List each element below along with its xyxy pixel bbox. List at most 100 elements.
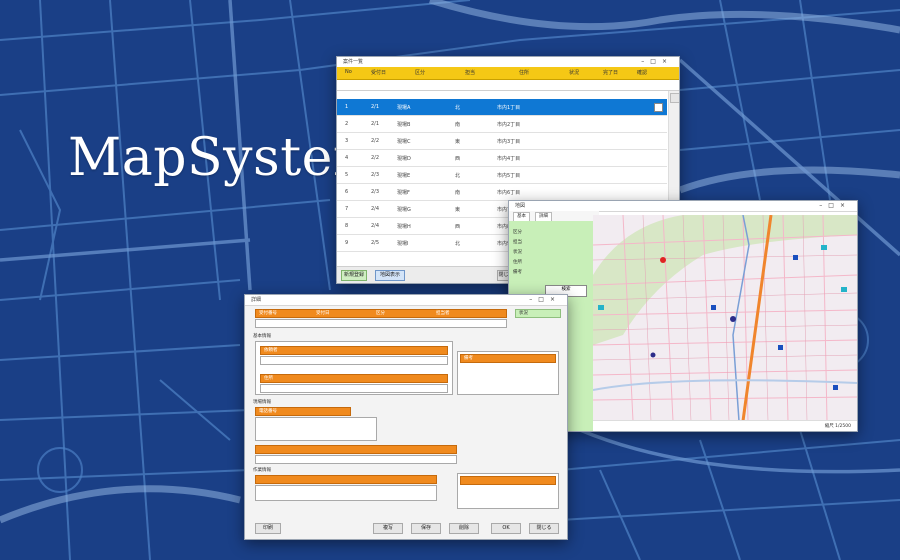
map-button[interactable]: 地図表示 (375, 270, 405, 281)
cell-zone: 西 (455, 156, 461, 162)
header-label: 区分 (376, 311, 385, 316)
column-header[interactable]: 住所 (519, 69, 529, 76)
cell-name: 現場A (397, 105, 411, 111)
cell-date: 2/2 (371, 155, 380, 161)
save-button[interactable]: 保存 (411, 523, 441, 534)
window-title: 詳細 (251, 297, 262, 303)
field-label: 住所 (513, 260, 522, 265)
field-bar: 住所 (260, 374, 448, 383)
cell-zone: 東 (455, 139, 461, 145)
column-header[interactable]: 状況 (569, 69, 579, 76)
cell-name: 現場E (397, 173, 411, 179)
field-bar-label: 依頼者 (264, 348, 278, 353)
cell-no: 1 (345, 104, 349, 110)
work-notes-box[interactable] (457, 473, 559, 509)
cell-date: 2/4 (371, 206, 380, 212)
scroll-up-button[interactable] (670, 93, 679, 103)
window-controls[interactable]: –□× (529, 296, 561, 303)
window-controls[interactable]: –□× (641, 58, 673, 65)
cell-address: 市内6丁目 (497, 190, 521, 196)
street-map[interactable] (593, 215, 857, 421)
print-button[interactable]: 印刷 (255, 523, 281, 534)
window-controls[interactable]: –□× (819, 202, 851, 209)
ok-button[interactable]: OK (491, 523, 521, 534)
cancel-button[interactable]: 閉じる (529, 523, 559, 534)
cell-name: 現場D (397, 156, 411, 162)
cell-address: 市内4丁目 (497, 156, 521, 162)
map-scale: 縮尺 1/2500 (824, 424, 851, 429)
filter-row[interactable] (337, 80, 679, 91)
header-fields[interactable] (255, 319, 507, 328)
new-button[interactable]: 新規登録 (341, 270, 367, 281)
copy-button[interactable]: 複写 (373, 523, 403, 534)
table-row[interactable]: 5 2/3 現場E 北 市内5丁目 (337, 167, 667, 184)
cell-address: 市内5丁目 (497, 173, 521, 179)
requester-input[interactable] (260, 356, 448, 365)
work-info-inputs[interactable] (255, 485, 437, 501)
cell-address: 市内2丁目 (497, 122, 521, 128)
cell-address: 市内3丁目 (497, 139, 521, 145)
site-info-group[interactable] (255, 417, 377, 441)
notes-box[interactable]: 備考 (457, 351, 559, 395)
cell-zone: 東 (455, 207, 461, 213)
basic-info-group: 依頼者 住所 (255, 341, 453, 395)
tab-strip: 基本 詳細 (509, 211, 599, 222)
cell-zone: 北 (455, 173, 461, 179)
cell-no: 2 (345, 121, 349, 127)
cell-date: 2/4 (371, 223, 380, 229)
cell-date: 2/5 (371, 240, 380, 246)
field-bar-label: 備考 (464, 356, 473, 361)
cell-zone: 南 (455, 190, 461, 196)
section-heading: 現場情報 (253, 400, 271, 405)
column-header[interactable]: 確認 (637, 69, 647, 76)
site-inputs[interactable] (255, 455, 457, 464)
field-bar (460, 476, 556, 485)
cell-date: 2/1 (371, 121, 380, 127)
cell-name: 現場I (397, 241, 409, 247)
field-bar: 電話番号 (255, 407, 351, 416)
table-row[interactable]: 2 2/1 現場B 南 市内2丁目 (337, 116, 667, 133)
table-row[interactable]: 6 2/3 現場F 南 市内6丁目 (337, 184, 667, 201)
cell-no: 6 (345, 189, 349, 195)
header-label: 受付日 (316, 311, 330, 316)
cell-no: 7 (345, 206, 349, 212)
cell-zone: 南 (455, 122, 461, 128)
cell-zone: 西 (455, 224, 461, 230)
table-row[interactable]: 3 2/2 現場C 東 市内3丁目 (337, 133, 667, 150)
field-bar: 依頼者 (260, 346, 448, 355)
address-input[interactable] (260, 384, 448, 393)
field-bar (255, 475, 437, 484)
table-row[interactable]: 1 2/1 現場A 北 市内1丁目 (337, 99, 667, 116)
cell-zone: 北 (455, 241, 461, 247)
column-header[interactable]: 受付日 (371, 69, 386, 76)
column-header[interactable]: 担当 (465, 69, 475, 76)
delete-button[interactable]: 削除 (449, 523, 479, 534)
cell-no: 9 (345, 240, 349, 246)
status-box: 状況 (515, 309, 561, 318)
window-title: 案件一覧 (343, 59, 364, 65)
field-label: 担当 (513, 240, 522, 245)
map-status-bar: 縮尺 1/2500 (593, 420, 857, 431)
field-label: 区分 (513, 230, 522, 235)
column-header[interactable]: 完了日 (603, 69, 618, 76)
table-row[interactable]: 4 2/2 現場D 西 市内4丁目 (337, 150, 667, 167)
cell-name: 現場B (397, 122, 411, 128)
field-bar: 備考 (460, 354, 556, 363)
cell-no: 3 (345, 138, 349, 144)
status-label: 状況 (519, 311, 528, 316)
column-header[interactable]: No (345, 69, 352, 75)
field-label: 備考 (513, 270, 522, 275)
window-title: 地図 (515, 203, 526, 209)
header-label: 担当者 (436, 311, 450, 316)
column-header[interactable]: 区分 (415, 69, 425, 76)
cell-date: 2/3 (371, 189, 380, 195)
cell-name: 現場F (397, 190, 410, 196)
field-bar-label: 電話番号 (259, 409, 277, 414)
table-header: No 受付日 区分 担当 住所 状況 完了日 確認 (337, 67, 679, 80)
cell-no: 5 (345, 172, 349, 178)
cell-no: 8 (345, 223, 349, 229)
cell-name: 現場H (397, 224, 411, 230)
cell-date: 2/3 (371, 172, 380, 178)
cell-address: 市内1丁目 (497, 105, 521, 111)
row-checkbox[interactable] (654, 103, 663, 112)
